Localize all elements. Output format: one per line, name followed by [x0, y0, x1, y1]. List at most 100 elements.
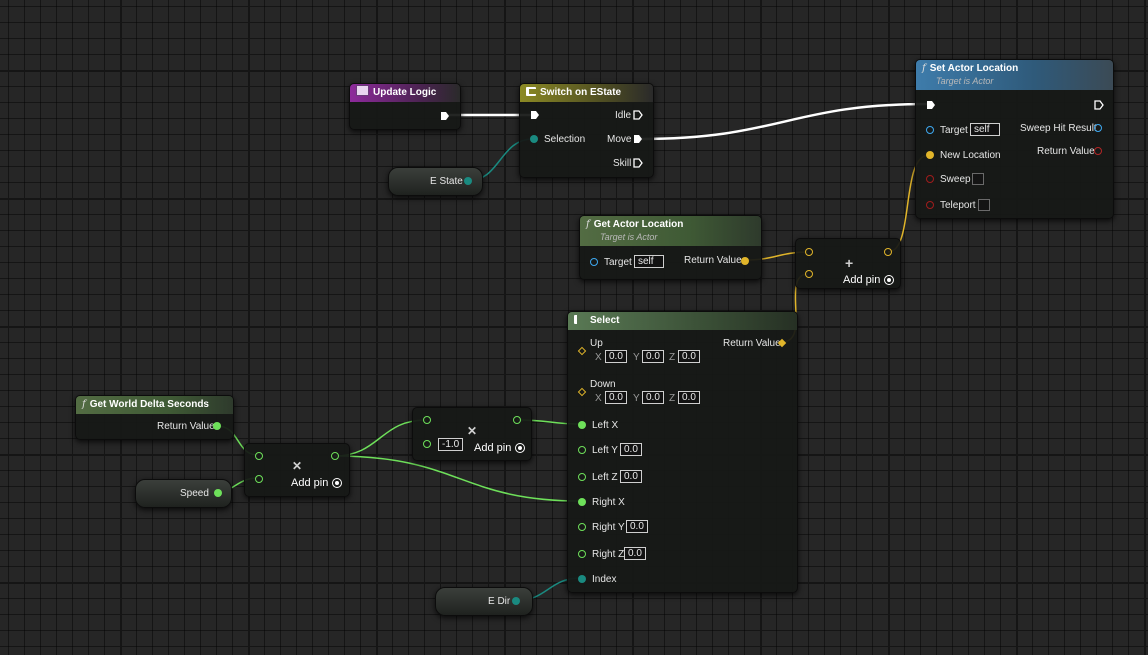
- add-output-pin[interactable]: [884, 248, 892, 256]
- up-x-input[interactable]: 0.0: [605, 350, 627, 363]
- speed-variable-node[interactable]: Speed: [135, 479, 232, 508]
- right-z-input[interactable]: 0.0: [624, 547, 646, 560]
- get-actor-location-node[interactable]: f Get Actor Location Target is Actor Targ…: [579, 215, 762, 280]
- add-pin-button[interactable]: Add pin: [474, 442, 526, 454]
- update-logic-header: Update Logic: [350, 84, 460, 102]
- estate-out-pin[interactable]: [464, 177, 472, 185]
- sweep-checkbox[interactable]: [972, 173, 984, 185]
- right-x-label: Right X: [592, 497, 625, 508]
- multiply-operator-icon: ✕: [467, 424, 478, 438]
- exec-in-pin[interactable]: [530, 110, 540, 120]
- index-label: Index: [592, 574, 617, 585]
- left-z-pin[interactable]: [578, 473, 586, 481]
- right-y-pin[interactable]: [578, 523, 586, 531]
- left-y-input[interactable]: 0.0: [620, 443, 642, 456]
- idle-label: Idle: [615, 110, 632, 121]
- add-circle-icon: [332, 478, 343, 488]
- target-pin[interactable]: [926, 126, 934, 134]
- right-x-pin[interactable]: [578, 498, 586, 506]
- function-icon: f: [922, 63, 926, 74]
- edir-label: E Dir: [488, 596, 511, 607]
- return-value-pin[interactable]: [741, 257, 749, 265]
- right-z-label: Right Z: [592, 549, 625, 560]
- return-value-label: Return Value: [684, 255, 742, 266]
- right-z-pin[interactable]: [578, 550, 586, 558]
- return-value-label: Return Value: [1037, 146, 1095, 157]
- teleport-pin[interactable]: [926, 201, 934, 209]
- mult-input-a-pin[interactable]: [255, 452, 263, 460]
- exec-out-pin[interactable]: [1094, 100, 1104, 110]
- negate-input-b-pin[interactable]: [423, 440, 431, 448]
- select-title: Select: [590, 315, 620, 326]
- vector-add-node[interactable]: + Add pin: [795, 238, 901, 289]
- update-logic-node[interactable]: Update Logic: [349, 83, 461, 130]
- target-pin[interactable]: [590, 258, 598, 266]
- left-z-input[interactable]: 0.0: [620, 470, 642, 483]
- update-logic-title: Update Logic: [373, 87, 437, 98]
- speed-label: Speed: [180, 488, 209, 499]
- add-input-b-pin[interactable]: [805, 270, 813, 278]
- selection-pin[interactable]: [530, 135, 538, 143]
- exec-idle-pin[interactable]: [633, 110, 643, 120]
- estate-variable-node[interactable]: E State: [388, 167, 483, 196]
- add-input-a-pin[interactable]: [805, 248, 813, 256]
- target-label: Target: [940, 125, 968, 136]
- sweep-hit-pin[interactable]: [1094, 124, 1102, 132]
- move-label: Move: [607, 134, 632, 145]
- edir-out-pin[interactable]: [512, 597, 520, 605]
- target-input[interactable]: self: [970, 123, 1000, 136]
- set-actor-subtitle: Target is Actor: [936, 76, 994, 86]
- select-header: Select: [568, 312, 797, 330]
- up-pin[interactable]: [577, 346, 587, 356]
- mult-input-b-pin[interactable]: [255, 475, 263, 483]
- left-x-pin[interactable]: [578, 421, 586, 429]
- right-y-input[interactable]: 0.0: [626, 520, 648, 533]
- negate-output-pin[interactable]: [513, 416, 521, 424]
- float-wire-mult-to-rightx: [333, 455, 582, 502]
- skill-label: Skill: [613, 158, 632, 169]
- estate-label: E State: [430, 176, 463, 187]
- multiply-negate-node[interactable]: -1.0 ✕ Add pin: [412, 407, 532, 461]
- add-pin-button[interactable]: Add pin: [291, 477, 343, 489]
- switch-title: Switch on EState: [540, 87, 622, 98]
- select-icon: [574, 315, 586, 324]
- mult-output-pin[interactable]: [331, 452, 339, 460]
- up-label: Up: [590, 338, 603, 349]
- speed-out-pin[interactable]: [214, 489, 222, 497]
- exec-skill-pin[interactable]: [633, 158, 643, 168]
- get-world-delta-seconds-node[interactable]: f Get World Delta Seconds Return Value: [75, 395, 234, 440]
- left-z-label: Left Z: [592, 472, 618, 483]
- up-y-input[interactable]: 0.0: [642, 350, 664, 363]
- exec-in-pin[interactable]: [926, 100, 936, 110]
- teleport-checkbox[interactable]: [978, 199, 990, 211]
- add-pin-button[interactable]: Add pin: [843, 274, 895, 286]
- negate-const-input[interactable]: -1.0: [438, 438, 464, 451]
- set-actor-location-node[interactable]: f Set Actor Location Target is Actor Targ…: [915, 59, 1114, 219]
- switch-on-estate-node[interactable]: Switch on EState Selection Idle Move Ski…: [519, 83, 654, 178]
- down-y-input[interactable]: 0.0: [642, 391, 664, 404]
- exec-out-pin[interactable]: [440, 111, 450, 121]
- negate-input-a-pin[interactable]: [423, 416, 431, 424]
- down-x-input[interactable]: 0.0: [605, 391, 627, 404]
- exec-move-pin[interactable]: [633, 134, 643, 144]
- target-label: Target: [604, 257, 632, 268]
- down-z-input[interactable]: 0.0: [678, 391, 700, 404]
- down-x-axis: X: [595, 393, 602, 404]
- target-input[interactable]: self: [634, 255, 664, 268]
- up-z-input[interactable]: 0.0: [678, 350, 700, 363]
- left-y-pin[interactable]: [578, 446, 586, 454]
- down-pin[interactable]: [577, 387, 587, 397]
- multiply-node[interactable]: ✕ Add pin: [244, 443, 350, 497]
- new-location-pin[interactable]: [926, 151, 934, 159]
- new-location-label: New Location: [940, 150, 1001, 161]
- set-actor-header: f Set Actor Location Target is Actor: [916, 60, 1113, 90]
- down-label: Down: [590, 379, 616, 390]
- edir-variable-node[interactable]: E Dir: [435, 587, 533, 616]
- index-pin[interactable]: [578, 575, 586, 583]
- return-value-pin[interactable]: [1094, 147, 1102, 155]
- select-node[interactable]: Select Up X 0.0 Y 0.0 Z 0.0 Return Value…: [567, 311, 798, 593]
- left-y-label: Left Y: [592, 445, 618, 456]
- return-value-pin[interactable]: [213, 422, 221, 430]
- selection-label: Selection: [544, 134, 586, 145]
- sweep-pin[interactable]: [926, 175, 934, 183]
